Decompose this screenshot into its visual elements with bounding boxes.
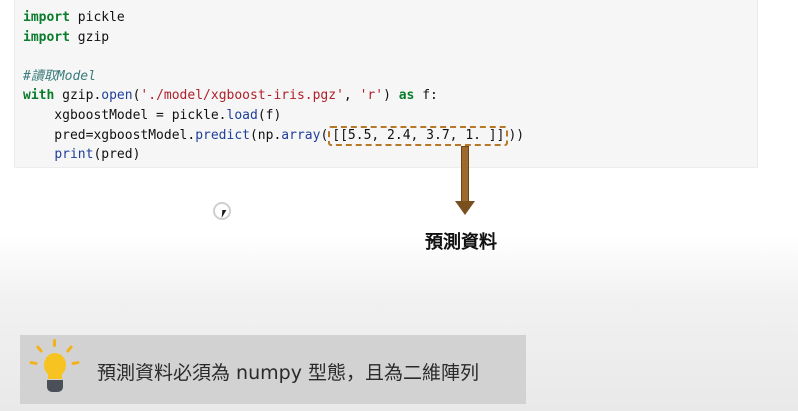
code-token: (np.	[249, 127, 282, 143]
code-token: ,	[343, 88, 360, 104]
code-cell[interactable]: import pickle import gzip #讀取Model with gzi…	[14, 0, 758, 168]
code-token: (	[320, 127, 329, 143]
code-token: )	[383, 88, 399, 104]
bulb-ray	[35, 344, 44, 354]
code-token: print	[54, 147, 94, 163]
code-token: array	[281, 127, 321, 143]
code-line: import gzip	[23, 28, 524, 48]
bulb-neck	[48, 373, 62, 379]
code-token: 'r'	[359, 88, 384, 104]
code-token: xgboostModel = pickle.	[23, 107, 227, 123]
code-line: #讀取Model	[23, 67, 524, 87]
highlighted-input-array: [[5.5, 2.4, 3.7, 1. ]]	[328, 125, 509, 146]
code-line: with gzip.open('./model/xgboost-iris.pgz…	[23, 86, 524, 106]
code-token: (f)	[257, 107, 282, 123]
annotation-label: 預測資料	[425, 232, 497, 253]
code-token: pred=xgboostModel.	[23, 127, 196, 143]
code-token: load	[226, 107, 258, 123]
code-token: import	[23, 29, 70, 45]
arrow-shaft	[461, 146, 469, 202]
arrow-head	[455, 201, 475, 215]
code-token: with	[23, 88, 55, 104]
bulb-ray	[53, 339, 56, 347]
down-arrow-icon	[455, 146, 475, 216]
code-token: gzip.	[54, 88, 102, 104]
code-line: import pickle	[23, 8, 524, 28]
code-token: './model/xgboost-iris.pgz'	[140, 88, 344, 104]
code-token: (pred)	[93, 147, 141, 163]
code-line: print(pred)	[23, 145, 524, 165]
code-token: #讀取Model	[23, 68, 96, 84]
code-token: as	[398, 88, 415, 104]
caption-text: 預測資料必須為 numpy 型態，且為二維陣列	[97, 362, 479, 384]
code-block: import pickle import gzip #讀取Model with gzi…	[23, 8, 524, 165]
bulb-base	[47, 380, 63, 392]
code-token: pickle	[69, 10, 125, 25]
code-token: ))	[508, 127, 525, 143]
code-line: pred=xgboostModel.predict(np.array([[5.5…	[23, 125, 525, 146]
mouse-cursor-icon	[213, 202, 231, 220]
code-token: import	[23, 10, 70, 25]
code-line: xgboostModel = pickle.load(f)	[23, 106, 524, 126]
bulb-ray	[65, 344, 74, 354]
code-token: gzip	[69, 29, 110, 45]
cursor-pointer-shape	[221, 210, 227, 218]
code-token: predict	[195, 127, 250, 143]
bulb-ray	[29, 360, 38, 366]
code-token: f:	[414, 88, 438, 104]
lightbulb-icon	[29, 339, 80, 397]
code-token: open	[101, 88, 133, 104]
